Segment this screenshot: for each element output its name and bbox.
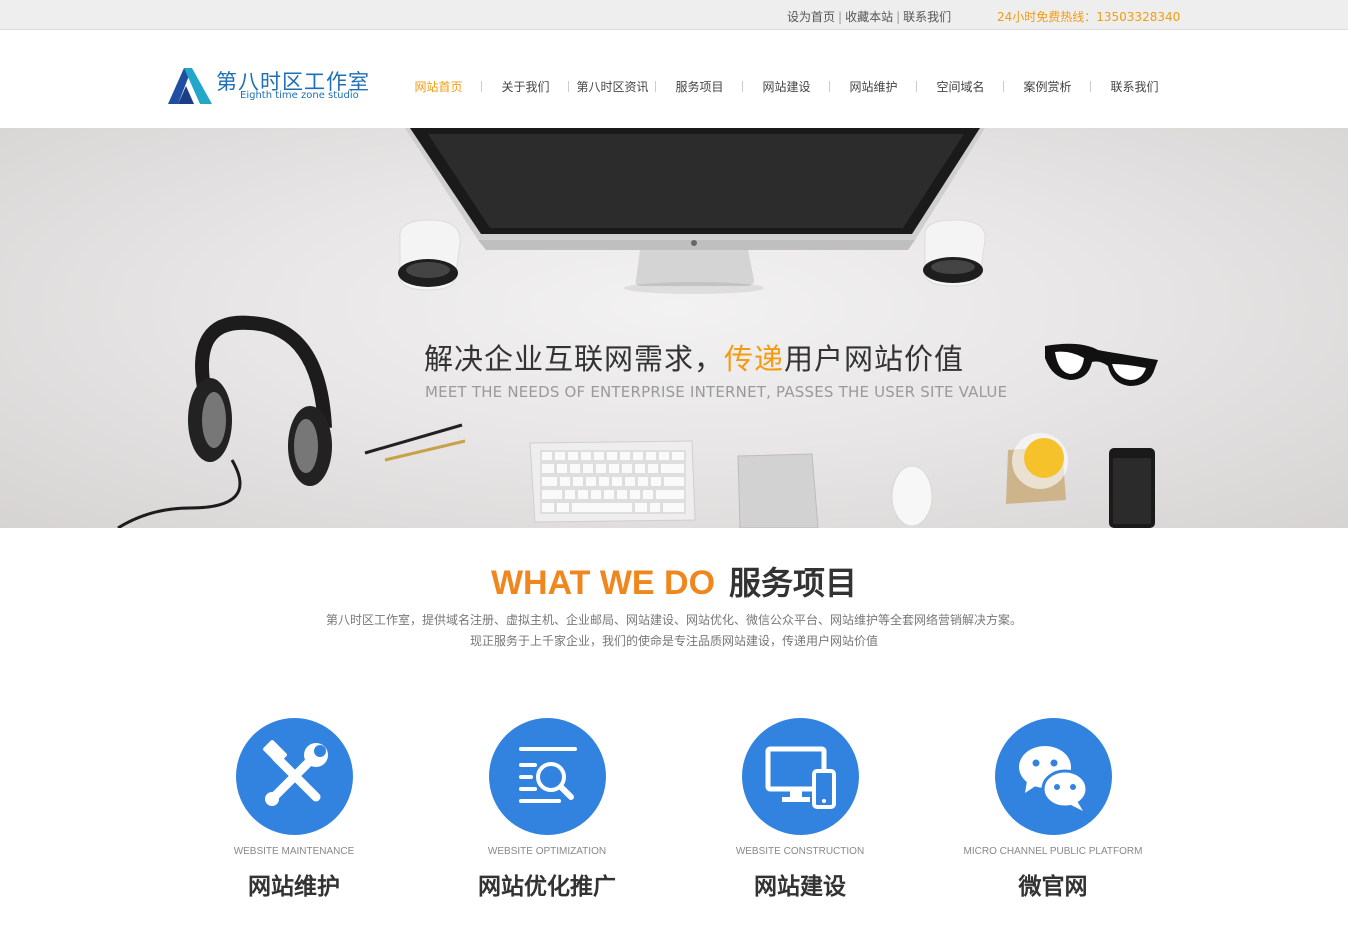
logo-en-text: Eighth time zone studio bbox=[240, 90, 359, 101]
keyboard-icon bbox=[529, 440, 696, 523]
service-en-label: WEBSITE CONSTRUCTION bbox=[735, 846, 865, 857]
hotline-text: 24小时免费热线：13503328340 bbox=[997, 10, 1181, 24]
site-header: 第八时区工作室 Eighth time zone studio 网站首页 关于我… bbox=[0, 30, 1348, 128]
service-card-optimization[interactable]: WEBSITE OPTIMIZATION 网站优化推广 bbox=[427, 718, 667, 901]
search-document-icon bbox=[519, 746, 577, 803]
services-description: 第八时区工作室，提供域名注册、虚拟主机、企业邮局、网站建设、网站优化、微信公众平… bbox=[0, 610, 1348, 652]
nav-item-services[interactable]: 服务项目 bbox=[656, 78, 743, 98]
nav-item-hosting[interactable]: 空间域名 bbox=[917, 78, 1004, 98]
hero-banner: 解决企业互联网需求，传递用户网站价值 MEET THE NEEDS OF ENT… bbox=[0, 128, 1348, 528]
nav-item-cases[interactable]: 案例赏析 bbox=[1004, 78, 1091, 98]
top-links: 设为首页 | 收藏本站 | 联系我们 bbox=[787, 8, 951, 25]
headline-part-2: 用户网站价值 bbox=[784, 342, 965, 376]
wechat-icon bbox=[1019, 745, 1089, 811]
divider: | bbox=[896, 10, 901, 24]
nav-item-contact[interactable]: 联系我们 bbox=[1091, 78, 1178, 98]
coffee-cup-icon bbox=[1006, 433, 1068, 504]
speaker-right-icon bbox=[923, 219, 986, 287]
service-en-label: WEBSITE OPTIMIZATION bbox=[487, 846, 607, 857]
service-card-construction[interactable]: WEBSITE CONSTRUCTION 网站建设 bbox=[680, 718, 920, 901]
top-bar: 设为首页 | 收藏本站 | 联系我们 24小时免费热线：13503328340 bbox=[0, 0, 1348, 30]
service-icon-circle[interactable] bbox=[741, 718, 859, 835]
service-en-label: MICRO CHANNEL PUBLIC PLATFORM bbox=[963, 846, 1143, 857]
contact-link[interactable]: 联系我们 bbox=[903, 10, 951, 24]
trackpad-icon bbox=[737, 453, 819, 528]
nav-item-maintenance[interactable]: 网站维护 bbox=[830, 78, 917, 98]
services-title: WHAT WE DO 服务项目 bbox=[0, 558, 1348, 604]
service-cn-label[interactable]: 网站维护 bbox=[174, 867, 414, 901]
services-desc-line-1: 第八时区工作室，提供域名注册、虚拟主机、企业邮局、网站建设、网站优化、微信公众平… bbox=[325, 613, 1022, 627]
services-title-en: WHAT WE DO bbox=[490, 564, 716, 602]
service-icon-circle[interactable] bbox=[994, 718, 1112, 835]
speaker-left-icon bbox=[398, 219, 461, 291]
service-card-maintenance[interactable]: WEBSITE MAINTENANCE 网站维护 bbox=[174, 718, 414, 901]
nav-item-news[interactable]: 第八时区资讯 bbox=[569, 78, 656, 98]
nav-item-construction[interactable]: 网站建设 bbox=[743, 78, 830, 98]
service-cn-label[interactable]: 微官网 bbox=[933, 867, 1173, 901]
nav-item-about[interactable]: 关于我们 bbox=[482, 78, 569, 98]
service-cn-label[interactable]: 网站建设 bbox=[680, 867, 920, 901]
headline-part-1: 解决企业互联网需求， bbox=[424, 342, 725, 376]
monitor-icon bbox=[405, 128, 985, 294]
bookmark-link[interactable]: 收藏本站 bbox=[845, 10, 893, 24]
devices-icon bbox=[765, 746, 836, 809]
logo-mark-icon bbox=[168, 68, 212, 104]
tools-icon bbox=[263, 739, 328, 806]
mouse-icon bbox=[891, 465, 933, 527]
service-card-wechat[interactable]: MICRO CHANNEL PUBLIC PLATFORM 微官网 bbox=[933, 718, 1173, 901]
main-nav: 网站首页 关于我们 第八时区资讯 服务项目 网站建设 网站维护 空间域名 案例赏… bbox=[395, 78, 1178, 98]
divider: | bbox=[838, 10, 843, 24]
phone-icon bbox=[1109, 448, 1155, 528]
site-logo[interactable]: 第八时区工作室 Eighth time zone studio bbox=[166, 66, 369, 106]
nav-item-home[interactable]: 网站首页 bbox=[395, 78, 482, 98]
set-homepage-link[interactable]: 设为首页 bbox=[787, 10, 835, 24]
headphones-icon bbox=[117, 315, 332, 528]
glasses-icon bbox=[1045, 343, 1158, 386]
service-icon-circle[interactable] bbox=[235, 718, 353, 835]
services-desc-line-2: 现正服务于上千家企业，我们的使命是专注品质网站建设，传递用户网站价值 bbox=[469, 634, 878, 648]
headline-highlight: 传递 bbox=[724, 342, 785, 376]
pencils-icon bbox=[364, 423, 466, 462]
service-icon-circle[interactable] bbox=[488, 718, 606, 835]
service-en-label: WEBSITE MAINTENANCE bbox=[233, 846, 355, 857]
banner-subline: MEET THE NEEDS OF ENTERPRISE INTERNET, P… bbox=[425, 383, 1008, 401]
banner-headline: 解决企业互联网需求，传递用户网站价值 bbox=[424, 336, 964, 378]
service-cn-label[interactable]: 网站优化推广 bbox=[427, 867, 667, 901]
banner-illustration bbox=[117, 128, 1158, 528]
services-title-cn: 服务项目 bbox=[729, 564, 858, 602]
